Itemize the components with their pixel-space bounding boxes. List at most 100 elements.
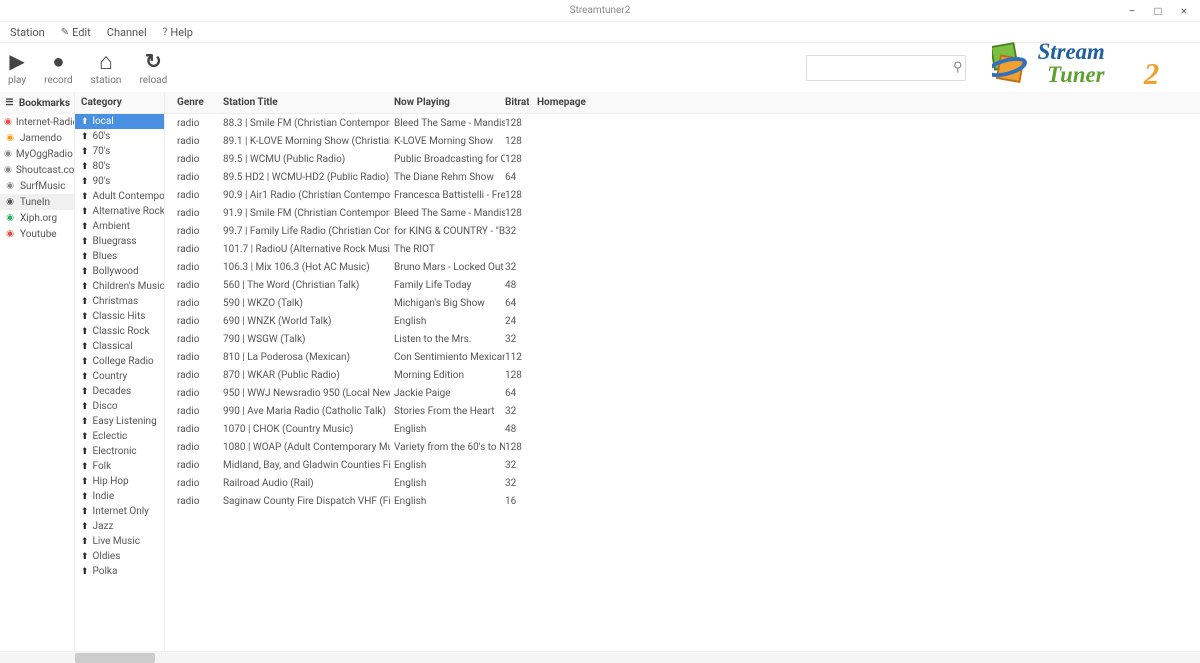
cell-bitrate: 64 (505, 388, 529, 399)
search-icon[interactable]: ⚲ (953, 60, 963, 75)
category-item[interactable]: ⬆80's (75, 159, 164, 174)
cell-bitrate: 32 (505, 226, 529, 237)
channel-item[interactable]: ◉TuneIn (0, 194, 74, 210)
category-item[interactable]: ⬆Eclectic (75, 429, 164, 444)
table-row[interactable]: radio106.3 | Mix 106.3 (Hot AC Music)Bru… (165, 258, 1200, 276)
category-item[interactable]: ⬆Christmas (75, 294, 164, 309)
cell-bitrate: 128 (505, 370, 529, 381)
table-row[interactable]: radio810 | La Poderosa (Mexican)Con Sent… (165, 348, 1200, 366)
table-row[interactable]: radio560 | The Word (Christian Talk)Fami… (165, 276, 1200, 294)
menu-edit[interactable]: ✎Edit (57, 24, 95, 41)
category-item[interactable]: ⬆Indie (75, 489, 164, 504)
category-item[interactable]: ⬆Internet Only (75, 504, 164, 519)
category-item[interactable]: ⬆Country (75, 369, 164, 384)
search-box[interactable]: ⚲ (806, 55, 966, 81)
menu-station[interactable]: Station (6, 24, 49, 41)
table-row[interactable]: radio950 | WWJ Newsradio 950 (Local News… (165, 384, 1200, 402)
category-item[interactable]: ⬆70's (75, 144, 164, 159)
table-row[interactable]: radio90.9 | Air1 Radio (Christian Contem… (165, 186, 1200, 204)
category-item[interactable]: ⬆Alternative Rock (75, 204, 164, 219)
channel-item[interactable]: ◉Shoutcast.com (0, 162, 74, 178)
channel-item[interactable]: ◉MyOggRadio (0, 146, 74, 162)
table-row[interactable]: radio990 | Ave Maria Radio (Catholic Tal… (165, 402, 1200, 420)
table-row[interactable]: radio1080 | WOAP (Adult Contemporary Mus… (165, 438, 1200, 456)
table-row[interactable]: radio590 | WKZO (Talk)Michigan's Big Sho… (165, 294, 1200, 312)
table-row[interactable]: radioRailroad Audio (Rail)English32 (165, 474, 1200, 492)
table-row[interactable]: radio88.3 | Smile FM (Christian Contempo… (165, 114, 1200, 132)
category-item[interactable]: ⬆Ambient (75, 219, 164, 234)
category-item[interactable]: ⬆Polka (75, 564, 164, 579)
col-genre-header[interactable]: Genre (165, 97, 215, 108)
category-item[interactable]: ⬆Easy Listening (75, 414, 164, 429)
category-item[interactable]: ⬆Folk (75, 459, 164, 474)
search-input[interactable] (811, 62, 953, 74)
category-item[interactable]: ⬆Bollywood (75, 264, 164, 279)
category-item[interactable]: ⬆Children's Music (75, 279, 164, 294)
table-row[interactable]: radio89.5 | WCMU (Public Radio)Public Br… (165, 150, 1200, 168)
category-item[interactable]: ⬆Oldies (75, 549, 164, 564)
category-item[interactable]: ⬆Adult Contemporary (75, 189, 164, 204)
category-item[interactable]: ⬆local (75, 114, 164, 129)
category-arrow-icon: ⬆ (81, 327, 89, 337)
cell-genre: radio (165, 406, 215, 417)
channel-item[interactable]: ◉Internet-Radio (0, 114, 74, 130)
table-row[interactable]: radio99.7 | Family Life Radio (Christian… (165, 222, 1200, 240)
category-item[interactable]: ⬆90's (75, 174, 164, 189)
station-button[interactable]: ⌂ station (91, 49, 122, 86)
cell-genre: radio (165, 370, 215, 381)
category-label: Live Music (93, 536, 140, 547)
table-row[interactable]: radio870 | WKAR (Public Radio)Morning Ed… (165, 366, 1200, 384)
minimize-icon[interactable]: − (1120, 3, 1144, 19)
maximize-icon[interactable]: □ (1146, 3, 1170, 19)
cell-bitrate: 32 (505, 262, 529, 273)
col-nowplaying-header[interactable]: Now Playing (390, 97, 505, 108)
menu-channel[interactable]: Channel (103, 24, 151, 41)
channel-item[interactable]: ◉Youtube (0, 226, 74, 242)
category-item[interactable]: ⬆Blues (75, 249, 164, 264)
category-item[interactable]: ⬆Live Music (75, 534, 164, 549)
cell-genre: radio (165, 136, 215, 147)
close-icon[interactable]: × (1172, 3, 1196, 19)
col-bitrate-header[interactable]: Bitrate (505, 97, 529, 108)
table-row[interactable]: radioSaginaw County Fire Dispatch VHF (F… (165, 492, 1200, 510)
record-button[interactable]: ● record (44, 49, 72, 86)
col-title-header[interactable]: Station Title (215, 97, 390, 108)
category-item[interactable]: ⬆Electronic (75, 444, 164, 459)
table-row[interactable]: radio91.9 | Smile FM (Christian Contempo… (165, 204, 1200, 222)
category-item[interactable]: ⬆60's (75, 129, 164, 144)
cell-bitrate: 128 (505, 442, 529, 453)
cell-title: 91.9 | Smile FM (Christian Contemporary) (215, 208, 390, 219)
table-row[interactable]: radio89.1 | K-LOVE Morning Show (Christi… (165, 132, 1200, 150)
channel-item[interactable]: ◉SurfMusic (0, 178, 74, 194)
horizontal-scrollbar[interactable] (0, 651, 1200, 663)
cell-genre: radio (165, 424, 215, 435)
folder-icon: ☰ (4, 97, 15, 109)
col-homepage-header[interactable]: Homepage (529, 97, 1200, 108)
categories-sidebar[interactable]: Category ⬆local⬆60's⬆70's⬆80's⬆90's⬆Adul… (75, 92, 165, 651)
stations-table[interactable]: Genre Station Title Now Playing Bitrate … (165, 92, 1200, 651)
table-row[interactable]: radio790 | WSGW (Talk)Listen to the Mrs.… (165, 330, 1200, 348)
category-item[interactable]: ⬆Bluegrass (75, 234, 164, 249)
menu-help[interactable]: ?Help (159, 24, 197, 41)
table-row[interactable]: radio690 | WNZK (World Talk)English24 (165, 312, 1200, 330)
category-item[interactable]: ⬆Classic Hits (75, 309, 164, 324)
category-item[interactable]: ⬆Decades (75, 384, 164, 399)
play-button[interactable]: ▶ play (8, 49, 26, 86)
reload-button[interactable]: ↻ reload (139, 49, 167, 86)
category-item[interactable]: ⬆Hip Hop (75, 474, 164, 489)
channels-header[interactable]: ☰ Bookmarks (0, 92, 74, 114)
category-item[interactable]: ⬆College Radio (75, 354, 164, 369)
category-header[interactable]: Category (75, 92, 164, 114)
category-item[interactable]: ⬆Classic Rock (75, 324, 164, 339)
channel-item[interactable]: ◉Jamendo (0, 130, 74, 146)
table-row[interactable]: radio101.7 | RadioU (Alternative Rock Mu… (165, 240, 1200, 258)
table-row[interactable]: radioMidland, Bay, and Gladwin Counties … (165, 456, 1200, 474)
category-item[interactable]: ⬆Classical (75, 339, 164, 354)
table-row[interactable]: radio1070 | CHOK (Country Music)English4… (165, 420, 1200, 438)
category-item[interactable]: ⬆Jazz (75, 519, 164, 534)
scrollbar-thumb[interactable] (75, 653, 155, 663)
channel-item[interactable]: ◉Xiph.org (0, 210, 74, 226)
category-label: Classical (93, 341, 133, 352)
category-item[interactable]: ⬆Disco (75, 399, 164, 414)
table-row[interactable]: radio89.5 HD2 | WCMU-HD2 (Public Radio)T… (165, 168, 1200, 186)
